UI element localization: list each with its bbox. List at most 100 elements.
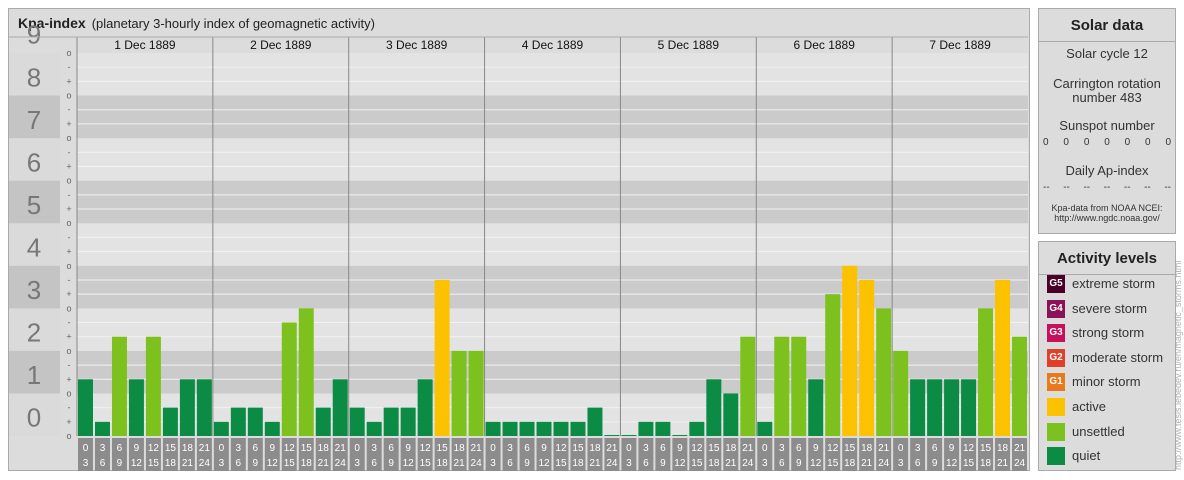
kp-bar	[944, 379, 960, 436]
interval-start-label: 21	[1014, 443, 1026, 454]
interval-start-label: 0	[762, 443, 768, 454]
interval-end-label: 12	[674, 458, 686, 469]
interval-end-label: 3	[490, 458, 496, 469]
interval-end-label: 12	[810, 458, 822, 469]
interval-end-label: 24	[199, 458, 211, 469]
interval-start-label: 6	[524, 443, 530, 454]
interval-start-label: 21	[471, 443, 483, 454]
interval-start-label: 0	[354, 443, 360, 454]
interval-end-label: 12	[131, 458, 143, 469]
interval-end-label: 18	[844, 458, 856, 469]
kp-bar	[94, 421, 110, 436]
interval-end-label: 3	[762, 458, 768, 469]
ap-index-value: --	[1123, 182, 1131, 193]
ap-index-value: --	[1043, 182, 1050, 193]
interval-start-label: 18	[997, 443, 1009, 454]
interval-end-label: 21	[182, 458, 194, 469]
kp-bar	[502, 421, 518, 436]
kp-bar	[196, 379, 212, 436]
interval-start-label: 21	[742, 443, 754, 454]
legend-item: G1 minor storm	[1047, 373, 1175, 393]
interval-start-label: 0	[898, 443, 904, 454]
interval-end-label: 21	[997, 458, 1009, 469]
y-subtick-label: -	[68, 275, 71, 285]
solar-title-divider	[1039, 41, 1175, 42]
kp-bar	[1012, 336, 1027, 436]
y-subtick-label: +	[66, 119, 71, 129]
y-subtick-label: o	[66, 176, 71, 186]
interval-end-label: 15	[284, 458, 296, 469]
interval-end-label: 3	[354, 458, 360, 469]
kp-bar	[570, 421, 586, 436]
source-link[interactable]: http://www.ngdc.noaa.gov/	[1039, 213, 1175, 223]
interval-end-label: 18	[165, 458, 177, 469]
interval-start-label: 6	[388, 443, 394, 454]
ap-index-value: --	[1063, 182, 1070, 193]
kp-bar	[740, 336, 756, 436]
kp-bar	[230, 407, 246, 436]
interval-end-label: 18	[437, 458, 449, 469]
sunspot-value: 0	[1145, 137, 1151, 148]
y-subtick-label: o	[66, 431, 71, 441]
legend-item: G3 strong storm	[1047, 324, 1175, 344]
interval-end-label: 9	[932, 458, 938, 469]
y-subtick-label: +	[66, 204, 71, 214]
kp-bar	[383, 407, 399, 436]
legend-swatch: G1	[1047, 373, 1065, 392]
interval-end-label: 12	[946, 458, 958, 469]
legend-label: active	[1072, 399, 1106, 414]
interval-start-label: 21	[606, 443, 618, 454]
kp-band	[77, 180, 1028, 224]
interval-start-label: 9	[949, 443, 955, 454]
interval-start-label: 6	[932, 443, 938, 454]
interval-end-label: 18	[572, 458, 584, 469]
kp-band	[77, 223, 1028, 266]
y-subtick-label: o	[66, 218, 71, 228]
kp-bar	[111, 336, 127, 436]
day-label: 6 Dec 1889	[794, 38, 856, 52]
kp-bar	[961, 379, 977, 436]
y-subtick-label: +	[66, 76, 71, 86]
solar-data-panel: Solar data Solar cycle 12 Carrington rot…	[1038, 8, 1176, 234]
y-subtick-label: o	[66, 346, 71, 356]
legend-label: severe storm	[1072, 300, 1148, 316]
interval-start-label: 9	[541, 443, 547, 454]
interval-end-label: 3	[219, 458, 225, 469]
sunspot-value: 0	[1104, 137, 1110, 148]
legend-swatch: G5	[1047, 275, 1065, 293]
interval-end-label: 6	[371, 458, 377, 469]
interval-end-label: 24	[878, 458, 890, 469]
sunspot-value: 0	[1083, 137, 1090, 148]
interval-start-label: 15	[301, 443, 313, 454]
interval-end-label: 9	[660, 458, 666, 469]
ap-index-values: -- -- -- -- -- -- --	[1043, 182, 1171, 193]
legend-item: G2 moderate storm	[1047, 348, 1175, 369]
interval-start-label: 12	[963, 443, 975, 454]
y-subtick-label: -	[68, 403, 71, 413]
interval-start-label: 3	[100, 443, 106, 454]
interval-start-label: 12	[827, 443, 839, 454]
day-label: 3 Dec 1889	[386, 38, 448, 52]
legend-item: active	[1047, 398, 1175, 418]
sunspot-value: 0	[1124, 137, 1131, 148]
interval-end-label: 21	[861, 458, 873, 469]
interval-start-label: 15	[572, 443, 584, 454]
y-subtick-label: -	[68, 360, 71, 370]
kp-bar	[315, 407, 331, 436]
interval-end-label: 3	[626, 458, 632, 469]
interval-start-label: 15	[980, 443, 992, 454]
interval-end-label: 15	[148, 458, 160, 469]
interval-end-label: 15	[963, 458, 975, 469]
activity-levels-panel: Activity levels G5 extreme storm G4 severe …	[1038, 241, 1176, 471]
kp-bar	[145, 336, 161, 436]
kp-bar	[128, 379, 144, 436]
y-subtick-label: +	[66, 247, 71, 257]
kp-bar	[842, 265, 858, 436]
y-tick-label: 5	[27, 190, 41, 220]
interval-end-label: 18	[301, 458, 313, 469]
interval-end-label: 21	[454, 458, 466, 469]
kp-bar	[774, 336, 790, 436]
kp-band	[77, 53, 1028, 96]
ap-index-label: Daily Ap-index	[1065, 163, 1149, 178]
interval-end-label: 24	[471, 458, 483, 469]
